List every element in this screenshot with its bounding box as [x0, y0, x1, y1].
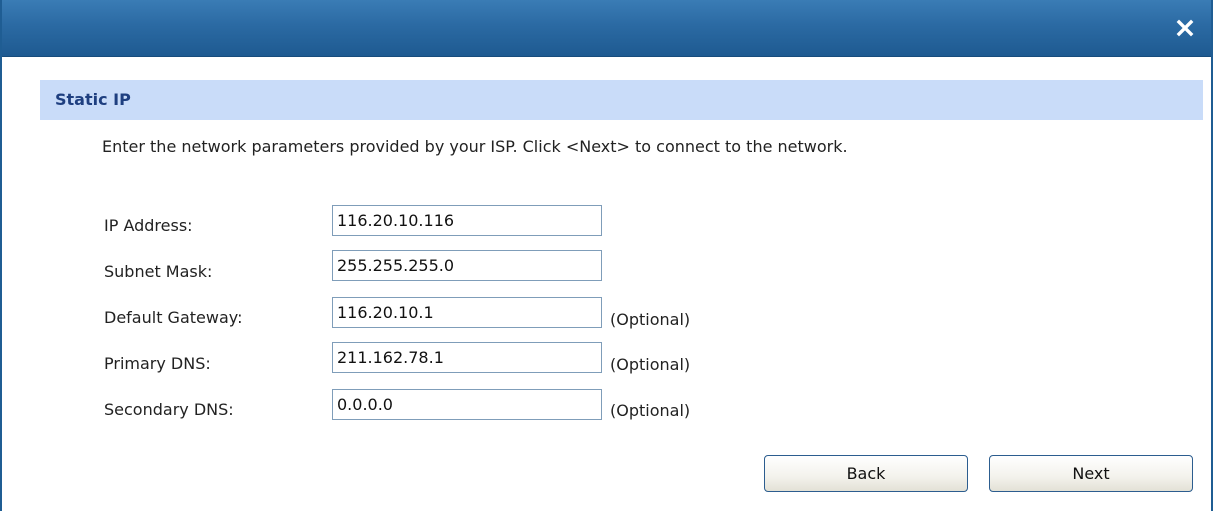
secondary-dns-label: Secondary DNS: — [104, 400, 234, 419]
subnet-mask-input[interactable] — [332, 250, 602, 281]
secondary-dns-optional-note: (Optional) — [610, 401, 691, 420]
default-gateway-label: Default Gateway: — [104, 308, 243, 327]
instructions-text: Enter the network parameters provided by… — [102, 137, 848, 156]
close-icon[interactable] — [1173, 16, 1197, 40]
default-gateway-optional-note: (Optional) — [610, 310, 691, 329]
dialog-titlebar — [2, 0, 1211, 57]
static-ip-dialog: Static IP Enter the network parameters p… — [0, 0, 1213, 511]
section-header: Static IP — [40, 80, 1203, 120]
primary-dns-optional-note: (Optional) — [610, 355, 691, 374]
default-gateway-input[interactable] — [332, 297, 602, 328]
close-icon-glyph — [1176, 19, 1194, 37]
ip-address-input[interactable] — [332, 205, 602, 236]
primary-dns-label: Primary DNS: — [104, 354, 211, 373]
subnet-mask-label: Subnet Mask: — [104, 262, 213, 281]
ip-address-label: IP Address: — [104, 216, 193, 235]
primary-dns-input[interactable] — [332, 342, 602, 373]
next-button[interactable]: Next — [989, 455, 1193, 492]
section-title: Static IP — [55, 90, 131, 109]
back-button[interactable]: Back — [764, 455, 968, 492]
secondary-dns-input[interactable] — [332, 389, 602, 420]
